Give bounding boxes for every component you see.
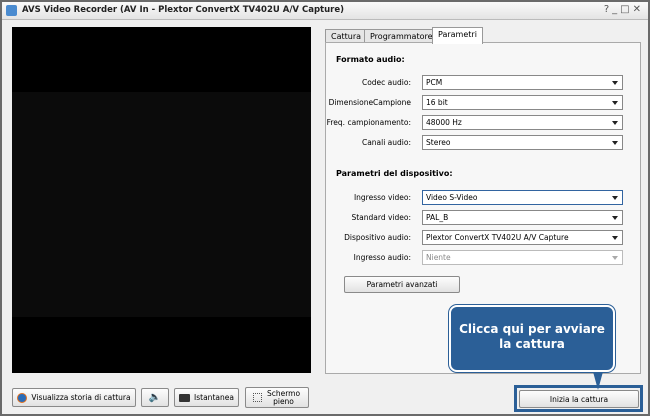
- device-heading: Parametri del dispositivo:: [336, 169, 453, 178]
- video-input-value: Video S-Video: [426, 193, 478, 202]
- video-standard-label: Standard video:: [351, 213, 411, 222]
- audio-input-select[interactable]: Niente: [422, 250, 623, 265]
- fullscreen-icon: [252, 393, 262, 402]
- window-controls[interactable]: ?_□✕: [604, 4, 644, 15]
- fullscreen-button[interactable]: Schermo pieno: [245, 387, 309, 408]
- advanced-params-button[interactable]: Parametri avanzati: [344, 276, 460, 293]
- sample-size-select[interactable]: 16 bit: [422, 95, 623, 110]
- audio-input-label: Ingresso audio:: [353, 253, 411, 262]
- video-input-label: Ingresso video:: [353, 193, 411, 202]
- tab-parametri[interactable]: Parametri: [432, 27, 483, 44]
- audio-device-select[interactable]: Plextor ConvertX TV402U A/V Capture: [422, 230, 623, 245]
- chevron-down-icon: [612, 141, 618, 145]
- snapshot-button[interactable]: Istantanea: [174, 388, 239, 407]
- camera-icon: [179, 393, 191, 402]
- codec-value: PCM: [426, 78, 443, 87]
- sample-size-label: DimensioneCampione: [328, 98, 411, 107]
- channels-label: Canali audio:: [361, 138, 411, 147]
- app-icon: [6, 5, 17, 16]
- start-capture-button[interactable]: Inizia la cattura: [519, 390, 639, 408]
- chevron-down-icon: [612, 256, 618, 260]
- chevron-down-icon: [612, 236, 618, 240]
- sample-rate-select[interactable]: 48000 Hz: [422, 115, 623, 130]
- history-icon: [17, 392, 28, 403]
- history-button[interactable]: Visualizza storia di cattura: [12, 388, 136, 407]
- audio-format-heading: Formato audio:: [336, 55, 405, 64]
- chevron-down-icon: [612, 81, 618, 85]
- codec-select[interactable]: PCM: [422, 75, 623, 90]
- audio-device-label: Dispositivo audio:: [344, 233, 411, 242]
- tab-programmatore[interactable]: Programmatore: [364, 29, 439, 43]
- channels-value: Stereo: [426, 138, 451, 147]
- video-preview: [12, 27, 311, 373]
- chevron-down-icon: [612, 121, 618, 125]
- title-bar: AVS Video Recorder (AV In - Plextor Conv…: [2, 2, 648, 20]
- sample-rate-value: 48000 Hz: [426, 118, 462, 127]
- callout-tooltip: Clicca qui per avviare la cattura: [449, 305, 615, 372]
- app-window: AVS Video Recorder (AV In - Plextor Conv…: [0, 0, 650, 416]
- video-standard-value: PAL_B: [426, 213, 449, 222]
- chevron-down-icon: [612, 216, 618, 220]
- fullscreen-label: Schermo pieno: [266, 388, 301, 406]
- speaker-icon: 🔈: [148, 392, 162, 403]
- chevron-down-icon: [612, 196, 618, 200]
- snapshot-label: Istantanea: [194, 393, 234, 402]
- audio-device-value: Plextor ConvertX TV402U A/V Capture: [426, 233, 569, 242]
- sample-size-value: 16 bit: [426, 98, 448, 107]
- video-input-select[interactable]: Video S-Video: [422, 190, 623, 205]
- video-standard-select[interactable]: PAL_B: [422, 210, 623, 225]
- sample-rate-label: Freq. campionamento:: [326, 118, 411, 127]
- audio-input-value: Niente: [426, 253, 451, 262]
- channels-select[interactable]: Stereo: [422, 135, 623, 150]
- tab-cattura[interactable]: Cattura: [325, 29, 368, 43]
- history-label: Visualizza storia di cattura: [31, 393, 131, 402]
- volume-button[interactable]: 🔈: [141, 388, 169, 407]
- window-title: AVS Video Recorder (AV In - Plextor Conv…: [22, 5, 344, 15]
- chevron-down-icon: [612, 101, 618, 105]
- codec-label: Codec audio:: [361, 78, 411, 87]
